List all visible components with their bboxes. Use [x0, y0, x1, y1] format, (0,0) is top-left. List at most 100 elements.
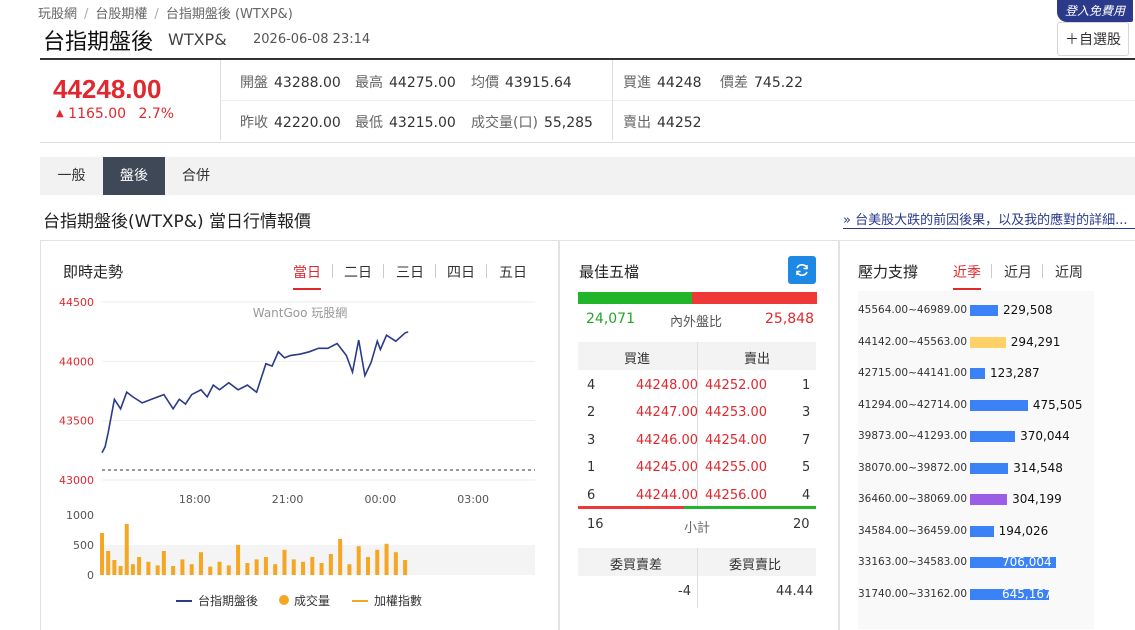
volume-bar — [155, 565, 160, 575]
pressure-tab-quarter[interactable]: 近季 — [953, 262, 981, 290]
x-tick-label: 18:00 — [179, 493, 211, 506]
range-tab-5d[interactable]: 五日 — [499, 262, 527, 282]
breadcrumb-item[interactable]: 台股期權 — [95, 7, 147, 22]
ask-total-bar — [684, 506, 816, 509]
volume-bar — [236, 545, 241, 575]
change-percent: 2.7% — [138, 106, 175, 122]
volume-bar — [130, 564, 135, 575]
range-tab-3d[interactable]: 三日 — [396, 262, 424, 282]
tab-general[interactable]: 一般 — [40, 157, 103, 195]
y-tick-label: 44000 — [59, 355, 94, 368]
range-tab-2d[interactable]: 二日 — [344, 262, 372, 282]
range-tab-4d[interactable]: 四日 — [447, 262, 475, 282]
outer-volume: 25,848 — [765, 311, 814, 327]
volume-bar — [310, 557, 315, 575]
quote-datetime: 2026-06-08 23:14 — [253, 32, 371, 47]
tab-after-hours[interactable]: 盤後 — [103, 157, 165, 195]
quote-high: 最高 44275.00 — [355, 75, 456, 91]
bid-qty: 4 — [587, 378, 596, 393]
symbol-code: WTXP& — [168, 30, 227, 49]
bid-price[interactable]: 44245.00 — [636, 460, 698, 475]
volume-bar — [970, 431, 1016, 442]
ratio-value: 44.44 — [776, 584, 814, 599]
ask-price[interactable]: 44255.00 — [705, 460, 767, 475]
pressure-row: 36460.00~38069.00 304,199 — [858, 492, 1094, 507]
ask-qty: 1 — [802, 378, 811, 393]
volume-bar — [403, 560, 408, 575]
volume-bar — [970, 399, 1028, 411]
x-tick-label: 21:00 — [272, 493, 304, 506]
volume-value: 304,199 — [1012, 492, 1062, 506]
pressure-tab-month[interactable]: 近月 — [1004, 262, 1032, 282]
volume-bar — [273, 564, 278, 575]
divider — [697, 548, 698, 608]
range-tab-1d[interactable]: 當日 — [293, 262, 321, 290]
price-range-label: 41294.00~42714.00 — [858, 398, 967, 411]
bid-price[interactable]: 44248.00 — [636, 378, 698, 393]
volume-bar — [100, 533, 104, 575]
intraday-chart: 44500 44000 43500 43000 18:00 21:00 00:00 03:00… — [59, 296, 535, 608]
bid-price[interactable]: 44244.00 — [636, 488, 698, 503]
subtotal-label: 小計 — [684, 521, 711, 536]
orderbook-row: 3 44246.00 44254.00 7 — [578, 433, 816, 453]
login-badge[interactable]: 登入免費用 — [1056, 0, 1133, 22]
breadcrumb-item[interactable]: 玩股網 — [38, 7, 77, 22]
tab-combined[interactable]: 合併 — [165, 157, 227, 195]
inner-outer-label: 內外盤比 — [670, 315, 723, 330]
divider — [1042, 264, 1043, 278]
change-value: 1165.00 — [68, 106, 127, 122]
outer-ratio-bar — [692, 292, 817, 304]
divider — [991, 264, 992, 278]
inner-volume: 24,071 — [586, 311, 635, 327]
quote-volume: 成交量(口) 55,285 — [471, 115, 593, 131]
price-range-label: 45564.00~46989.00 — [858, 304, 967, 316]
volume-bar — [245, 563, 250, 575]
breadcrumb-separator: / — [154, 7, 159, 22]
volume-bar — [291, 559, 296, 575]
volume-bar — [365, 557, 370, 575]
volume-bar — [338, 539, 343, 575]
volume-value: 314,548 — [1013, 460, 1063, 475]
page-title: 台指期盤後 — [43, 30, 154, 55]
quote-low: 最低 43215.00 — [355, 115, 456, 131]
diff-value: -4 — [678, 584, 691, 599]
quote-prev-close: 昨收 42220.00 — [240, 115, 341, 131]
bid-total-bar — [578, 506, 684, 509]
x-tick-label: 00:00 — [365, 493, 397, 506]
legend-label: 加權指數 — [374, 593, 422, 608]
volume-bar — [263, 557, 268, 575]
quote-avg: 均價 43915.64 — [471, 75, 572, 91]
bid-price[interactable]: 44246.00 — [636, 433, 698, 448]
ask-qty: 5 — [802, 460, 811, 476]
volume-bar — [393, 552, 398, 575]
price-range-label: 36460.00~38069.00 — [858, 493, 967, 505]
diff-label: 委買賣差 — [610, 558, 663, 573]
add-watchlist-button[interactable]: ＋自選股 — [1057, 22, 1129, 56]
ratio-label: 委買賣比 — [729, 558, 782, 573]
ask-qty: 3 — [802, 405, 811, 421]
refresh-button[interactable] — [788, 256, 816, 284]
volume-bar — [282, 549, 287, 575]
price-range-label: 33163.00~34583.00 — [858, 556, 967, 568]
bid-qty: 1 — [587, 460, 596, 476]
ask-price[interactable]: 44254.00 — [705, 433, 767, 448]
ask-price[interactable]: 44253.00 — [705, 405, 767, 420]
legend-label: 成交量 — [294, 593, 330, 608]
volume-bar — [137, 557, 142, 575]
divider — [486, 264, 487, 278]
volume-bar — [970, 305, 998, 316]
pressure-row: 45564.00~46989.00 229,508 — [858, 303, 1094, 318]
news-link[interactable]: » 台美股大跌的前因後果，以及我的應對的詳細... — [843, 209, 1135, 229]
pressure-tab-week[interactable]: 近周 — [1055, 262, 1083, 282]
volume-bar — [171, 566, 176, 575]
volume-bar — [146, 561, 151, 575]
last-price: 44248.00 — [53, 74, 162, 104]
bid-price[interactable]: 44247.00 — [636, 405, 698, 420]
ask-price[interactable]: 44256.00 — [705, 488, 767, 503]
ask-price[interactable]: 44252.00 — [705, 378, 767, 393]
chart-watermark: WantGoo 玩股網 — [253, 306, 348, 320]
divider — [383, 264, 384, 278]
quote-open: 開盤 43288.00 — [240, 75, 341, 91]
pressure-row: 44142.00~45563.00 294,291 — [858, 335, 1094, 350]
volume-bar — [970, 525, 994, 537]
